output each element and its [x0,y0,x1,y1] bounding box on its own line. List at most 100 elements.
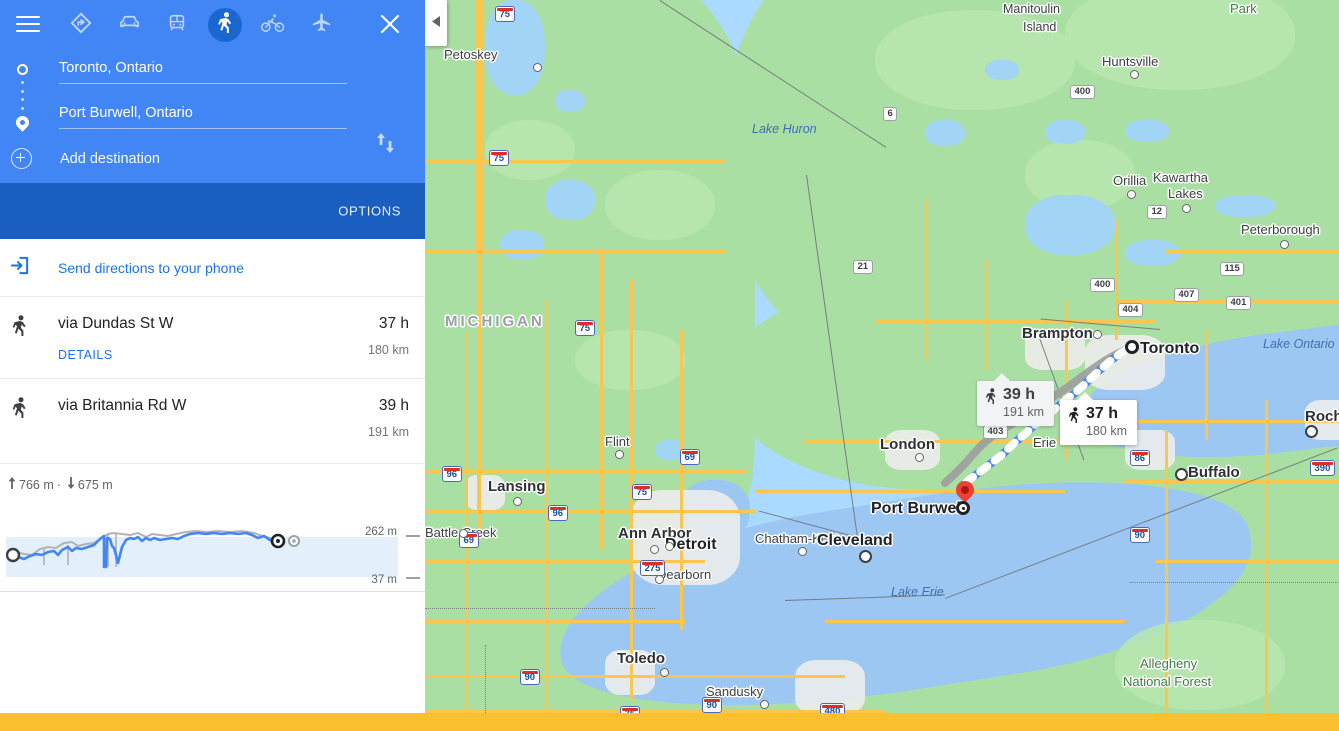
alt-route-badge[interactable]: 39 h 191 km [977,373,1054,426]
road-i75-mid [477,240,481,540]
mode-transit[interactable] [160,8,194,42]
map-label-orillia: Orillia [1113,173,1147,188]
map-label-toronto: Toronto [1140,340,1200,357]
small-lake-5 [1045,120,1085,144]
add-destination-button[interactable]: Add destination [0,148,425,169]
mode-best-route[interactable] [64,8,98,42]
destination-input[interactable] [59,101,347,129]
border-state-dotted-1 [425,608,655,609]
footer-strip [0,713,1339,731]
small-lake-11 [1125,120,1169,142]
route-inputs: Add destination [0,50,425,183]
map-label-michigan: MICHIGAN [445,313,545,330]
map-label-huntsville: Huntsville [1102,54,1159,69]
road-h6 [425,620,685,623]
origin-input[interactable] [59,56,347,84]
city-dot-toledo [660,668,669,677]
options-button[interactable]: OPTIONS [338,204,401,219]
travel-mode-list [64,8,338,42]
highway-shield-86: 86 [1130,450,1150,466]
city-dot-peterborough [1280,240,1289,249]
map-label-lake-erie: Lake Erie [891,585,944,599]
city-dot-buffalo [1175,468,1188,481]
origin-circle-icon [16,64,28,75]
road-ny-v2 [1265,400,1268,720]
route-dots-icon [20,81,24,110]
walking-person-icon [216,11,235,39]
city-dot-orillia [1127,190,1136,199]
map-label-london: London [880,436,935,453]
highway-shield-390: 390 [1310,460,1335,476]
highway-shield-90: 90 [702,697,722,713]
city-dot-london [915,453,924,462]
city-dot-cleveland [859,550,872,563]
highway-shield-90: 90 [520,669,540,685]
highway-shield-69: 69 [680,449,700,465]
route-title: via Britannia Rd W [58,397,187,414]
map-label-port-burwell: Port Burwell [871,500,966,517]
small-lake-simcoe [1025,195,1115,255]
road-on3 [755,490,1065,493]
small-lake-2 [555,90,585,112]
elevation-summary: 766 m · 675 m [8,477,425,492]
road-v5 [600,250,603,550]
route-option-britannia[interactable]: via Britannia Rd W 39 h 191 km [0,379,425,464]
send-to-phone-row[interactable]: Send directions to your phone [0,239,425,297]
endpoint-indicator-column [13,64,31,133]
main-route-badge[interactable]: 37 h 180 km [1060,392,1137,445]
small-lake-4 [985,60,1019,80]
road-i90 [425,675,845,678]
map-label-dearborn: Dearborn [657,567,712,582]
close-directions-button[interactable] [379,13,401,35]
highway-shield-12: 12 [1147,205,1167,219]
highway-shield-96: 96 [442,466,462,482]
city-dot-chatham-kent [798,547,807,556]
hamburger-menu-icon[interactable] [16,16,40,34]
route-duration: 39 h [378,397,409,414]
mode-walking[interactable] [208,8,242,42]
route-details-button[interactable]: DETAILS [58,348,113,362]
destination-marker[interactable] [956,501,970,515]
map-label-petoskey: Petoskey [444,47,498,62]
road-h1 [425,160,725,163]
route-distance: 180 km [368,343,409,357]
elevation-ascent: 766 m [19,477,54,492]
arrow-down-icon [67,477,75,492]
map-label-island: Island [1023,20,1057,34]
options-bar: OPTIONS [0,183,425,239]
city-dot-kawartha [1182,204,1191,213]
mode-flights[interactable] [304,8,338,42]
road-ny-v3 [1205,330,1208,440]
highway-shield-96: 96 [548,505,568,521]
alt-route-time: 39 h [1003,386,1036,403]
small-lake-8 [545,180,595,220]
map-label-lansing: Lansing [488,478,546,495]
add-destination-label: Add destination [60,150,160,167]
highway-shield-404: 404 [1118,303,1143,317]
road-h4 [425,510,755,513]
map-label-national-forest: National Forest [1123,674,1212,689]
route-option-dundas[interactable]: via Dundas St W DETAILS 37 h 180 km [0,297,425,379]
highway-shield-75: 75 [495,6,515,22]
train-icon [166,12,188,39]
elevation-profile: 766 m · 675 m 262 m 37 m [0,464,425,592]
travel-mode-bar [0,0,425,50]
city-dot-dearborn [655,575,664,584]
directions-sidebar: Add destination OPTIONS Send directions … [0,0,425,731]
road-h3 [425,470,745,473]
collapse-panel-button[interactable] [425,0,447,46]
route-duration: 37 h [378,315,409,332]
mode-driving[interactable] [112,8,146,42]
directions-sign-icon [70,12,92,39]
elevation-chart[interactable]: 262 m 37 m [0,505,425,591]
mode-cycling[interactable] [256,8,290,42]
city-dot-sandusky [760,700,769,709]
swap-origin-destination-button[interactable] [374,130,398,156]
origin-marker[interactable] [1125,340,1139,354]
map-canvas[interactable]: Manitoulin Island Park Petoskey Huntsville La… [425,0,1339,731]
road-h2 [425,250,725,253]
map-label-erie: Erie [1033,435,1057,450]
map-label-rochester: Rochester [1305,408,1339,425]
car-icon [118,11,141,39]
highway-shield-75: 75 [489,150,509,166]
